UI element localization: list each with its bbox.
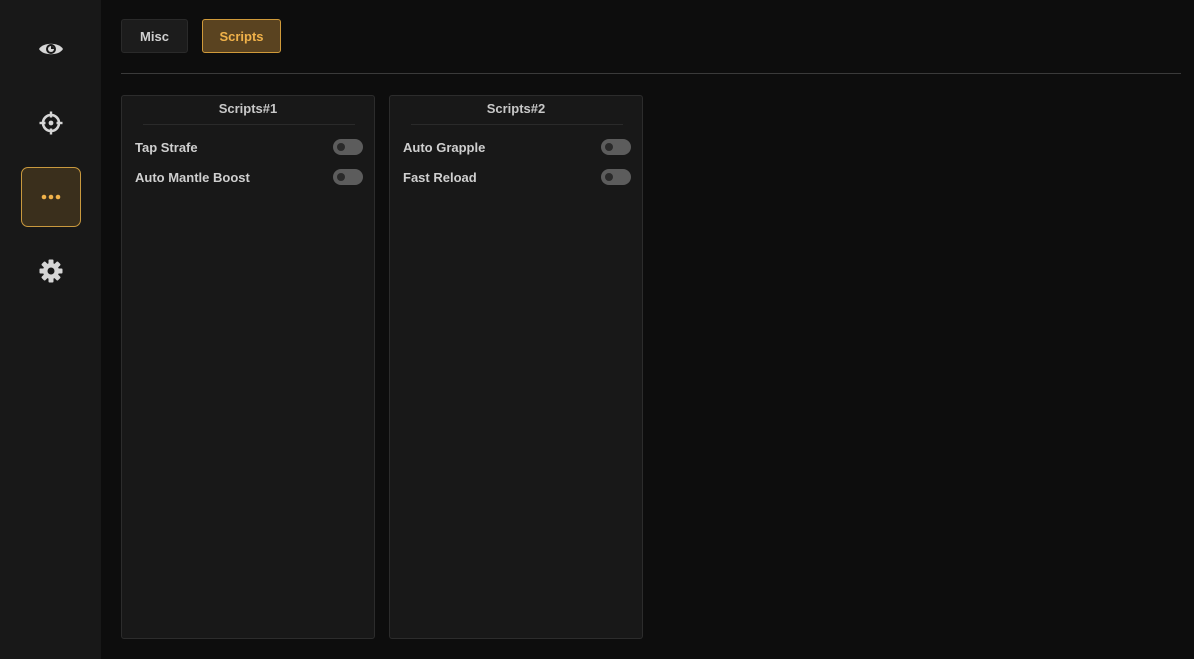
sidebar <box>0 0 101 659</box>
gear-icon <box>39 259 63 283</box>
toggle-knob <box>605 143 613 151</box>
setting-row-fast-reload: Fast Reload <box>403 168 631 186</box>
auto-grapple-toggle[interactable] <box>601 139 631 155</box>
tap-strafe-toggle[interactable] <box>333 139 363 155</box>
setting-label: Auto Mantle Boost <box>135 169 250 185</box>
sidebar-item-visuals[interactable] <box>21 19 81 79</box>
sidebar-item-aim[interactable] <box>21 93 81 153</box>
setting-label: Tap Strafe <box>135 139 198 155</box>
setting-row-auto-mantle-boost: Auto Mantle Boost <box>135 168 363 186</box>
tab-divider <box>121 73 1181 74</box>
eye-icon <box>39 43 63 55</box>
auto-mantle-boost-toggle[interactable] <box>333 169 363 185</box>
app-window: Misc Scripts Scripts#1 Tap Strafe Auto M… <box>0 0 1194 659</box>
panel-divider <box>411 124 623 125</box>
setting-row-tap-strafe: Tap Strafe <box>135 138 363 156</box>
toggle-knob <box>605 173 613 181</box>
main-content: Misc Scripts Scripts#1 Tap Strafe Auto M… <box>101 0 1194 659</box>
toggle-knob <box>337 173 345 181</box>
more-dots-icon <box>41 194 61 200</box>
setting-label: Fast Reload <box>403 169 477 185</box>
fast-reload-toggle[interactable] <box>601 169 631 185</box>
tab-misc[interactable]: Misc <box>121 19 188 53</box>
panel-scripts-2: Scripts#2 Auto Grapple Fast Reload <box>389 95 643 639</box>
sidebar-item-more[interactable] <box>21 167 81 227</box>
setting-label: Auto Grapple <box>403 139 486 155</box>
panel-title: Scripts#2 <box>486 101 546 116</box>
crosshair-icon <box>39 111 63 135</box>
panel-title: Scripts#1 <box>218 101 278 116</box>
panel-scripts-1: Scripts#1 Tap Strafe Auto Mantle Boost <box>121 95 375 639</box>
toggle-knob <box>337 143 345 151</box>
sidebar-item-settings[interactable] <box>21 241 81 301</box>
setting-row-auto-grapple: Auto Grapple <box>403 138 631 156</box>
tab-scripts[interactable]: Scripts <box>202 19 281 53</box>
panel-divider <box>143 124 355 125</box>
